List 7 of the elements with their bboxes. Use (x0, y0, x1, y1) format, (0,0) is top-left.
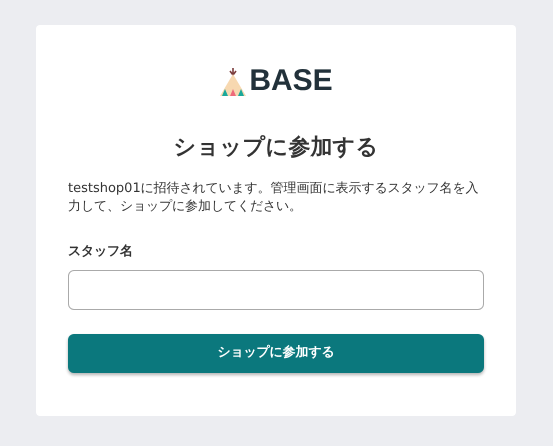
page-title: ショップに参加する (172, 134, 380, 162)
tent-icon (219, 65, 248, 97)
staff-name-field[interactable] (68, 270, 484, 310)
field-label: スタッフ名 (68, 243, 134, 261)
logo-text: BASE (249, 66, 333, 96)
description-text: testshop01に招待されています。管理画面に表示するスタッフ名を入力して、ショップに参加してください。 (68, 180, 480, 216)
join-button[interactable]: ショップに参加する (68, 334, 484, 372)
